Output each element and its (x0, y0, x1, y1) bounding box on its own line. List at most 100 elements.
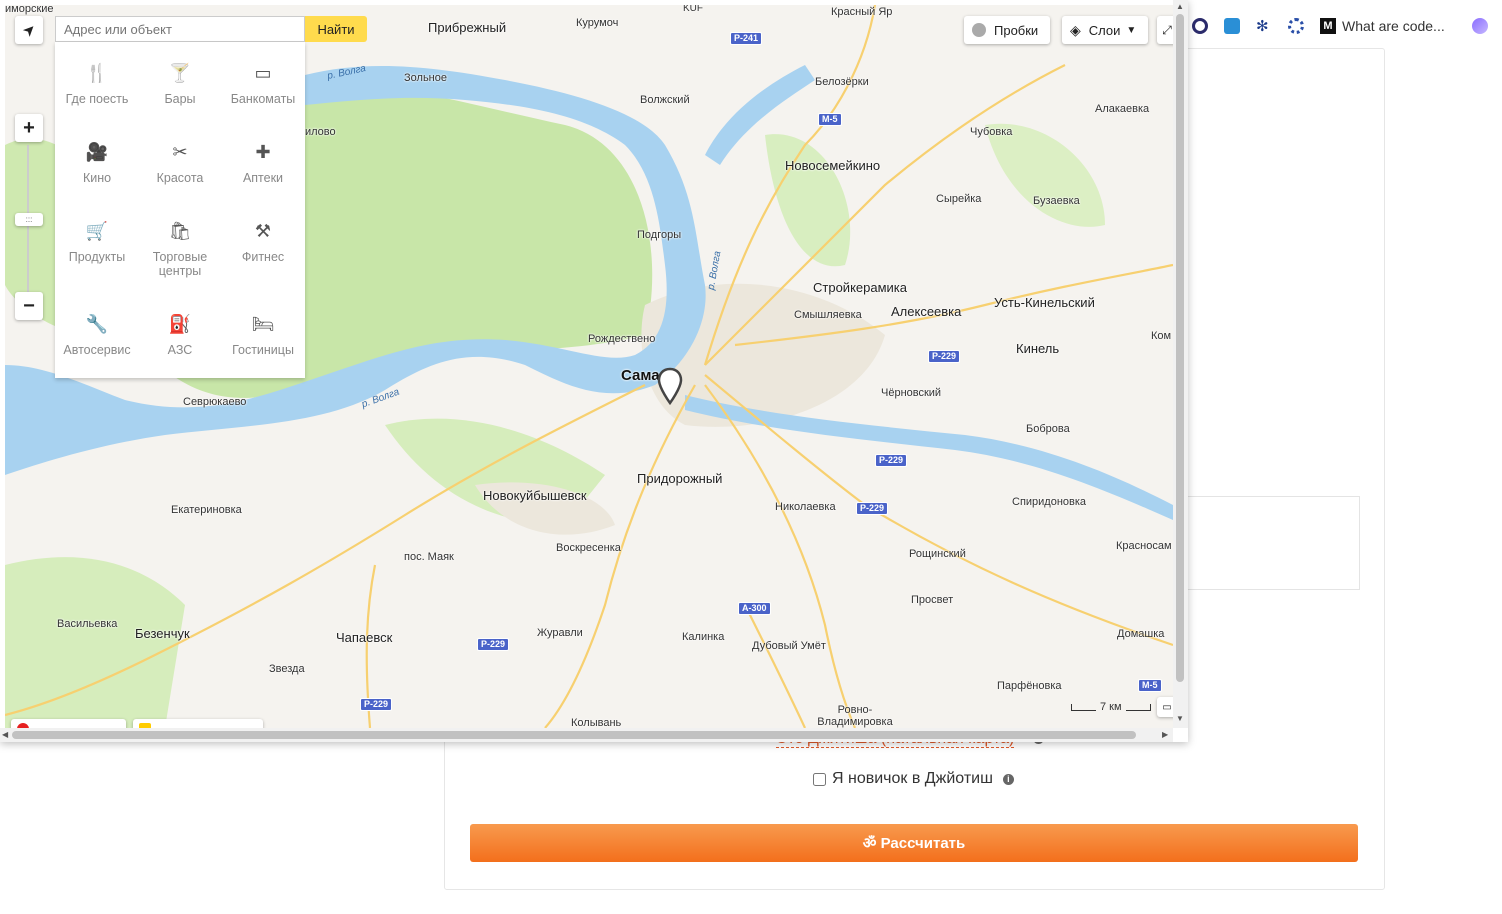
category-cinema[interactable]: 🎥 Кино (55, 141, 139, 185)
place-label: Колывань (571, 717, 622, 728)
place-label: иморские (5, 5, 54, 15)
bookmark-purple-icon[interactable] (1472, 16, 1488, 36)
category-malls[interactable]: 🛍 Торговые центры (138, 220, 222, 278)
place-label: Красносам (1116, 540, 1172, 552)
ruler-button[interactable]: ▭ (1157, 697, 1173, 717)
category-food[interactable]: 🍴 Где поесть (55, 62, 139, 106)
category-car-service[interactable]: 🔧 Автосервис (55, 313, 139, 357)
category-gas-station[interactable]: ⛽ АЗС (138, 313, 222, 357)
place-label: Спиридоновка (1012, 496, 1087, 508)
place-label: Калинка (682, 631, 725, 643)
bookmarks-bar: ✻ M What are code... (1188, 0, 1502, 52)
road-shield: M-5 (1138, 679, 1162, 692)
category-groceries[interactable]: 🛒 Продукты (55, 220, 139, 264)
traffic-light-icon (972, 23, 986, 37)
fullscreen-button[interactable]: ⤢ (1157, 16, 1173, 44)
bookmark-label: What are code... (1342, 18, 1445, 34)
bookmark-medium[interactable]: M What are code... (1320, 16, 1445, 36)
place-label: Алексеевка (891, 304, 962, 319)
category-bars[interactable]: 🍸 Бары (138, 62, 222, 106)
place-label: Зольное (404, 72, 447, 84)
bookmark-figure-icon[interactable]: ✻ (1256, 16, 1269, 36)
novice-checkbox[interactable] (813, 772, 826, 786)
place-label: Парфёновка (997, 680, 1062, 692)
place-label: Васильевка (57, 618, 118, 630)
vertical-scrollbar[interactable]: ▲ ▼ (1173, 0, 1188, 728)
road-shield: P-229 (856, 502, 889, 515)
find-button[interactable]: Найти (305, 16, 367, 42)
place-label: Придорожный (637, 471, 723, 486)
place-label: илово (305, 126, 336, 138)
place-label: Кинель (1016, 341, 1060, 356)
novice-label: Я новичок в Джйотиш (832, 770, 993, 787)
info-icon[interactable]: i (1002, 773, 1014, 785)
bottom-chip[interactable] (11, 719, 126, 728)
zoom-out-button[interactable]: − (15, 292, 43, 320)
shopping-bag-icon: 🛍 (168, 221, 192, 241)
zoom-in-button[interactable]: + (15, 114, 43, 142)
film-camera-icon: 🎥 (85, 142, 109, 162)
place-label: Севрюкаево (183, 396, 247, 408)
bottom-chip[interactable] (133, 719, 263, 728)
category-beauty[interactable]: ✂ Красота (138, 141, 222, 185)
place-label: Сама (621, 367, 660, 384)
scroll-up-arrow-icon[interactable]: ▲ (1176, 2, 1184, 11)
place-label: Красный Яр (831, 6, 893, 18)
layers-button[interactable]: ◈ Слои ▼ (1062, 16, 1148, 44)
map-canvas[interactable]: р. Волга р. Волга р. Волга иморские Приб… (5, 5, 1173, 728)
place-label: Сырейка (936, 193, 982, 205)
place-label: Курумоч (576, 17, 619, 29)
place-label: Екатериновка (171, 504, 242, 516)
navigation-arrow-icon: ➤ (18, 19, 40, 41)
category-fitness[interactable]: ⚒ Фитнес (221, 220, 305, 264)
bookmark-ring-icon[interactable] (1288, 16, 1304, 36)
place-label: Боброва (1026, 423, 1070, 435)
category-pharmacy[interactable]: ✚ Аптеки (221, 141, 305, 185)
bookmark-bird-icon[interactable] (1224, 16, 1240, 36)
place-label: пос. Маяк (404, 551, 454, 563)
place-label: Прибрежный (428, 20, 507, 35)
fork-knife-icon: 🍴 (85, 63, 109, 83)
expand-icon: ⤢ (1162, 22, 1172, 37)
place-label: Рощинский (909, 548, 966, 560)
category-atm[interactable]: ▭ Банкоматы (221, 62, 305, 106)
bookmark-circle-icon[interactable] (1192, 16, 1208, 36)
place-label: Воскресенка (556, 542, 621, 554)
horizontal-scrollbar[interactable]: ◀ ▶ (0, 728, 1173, 742)
scroll-down-arrow-icon[interactable]: ▼ (1176, 714, 1184, 723)
road-shield: A-300 (738, 602, 771, 615)
fuel-pump-icon: ⛽ (168, 314, 192, 334)
zoom-slider-handle[interactable]: ::: (15, 213, 43, 226)
pharmacy-cross-icon: ✚ (255, 142, 271, 162)
wrench-icon: 🔧 (85, 314, 109, 334)
place-label: Чапаевск (336, 630, 393, 645)
scissors-icon: ✂ (172, 142, 188, 162)
place-label: Алакаевка (1095, 103, 1150, 115)
road-shield: P-229 (477, 638, 510, 651)
horizontal-scroll-thumb[interactable] (12, 731, 1136, 739)
road-shield: P-241 (730, 32, 763, 45)
place-label: Подгоры (637, 229, 682, 241)
location-pin-icon[interactable] (657, 367, 683, 405)
scroll-right-arrow-icon[interactable]: ▶ (1162, 730, 1168, 739)
novice-option[interactable]: Я новичок в Джйотиш i (813, 770, 1014, 788)
geolocation-button[interactable]: ➤ (15, 16, 43, 44)
place-label: Безенчук (135, 626, 190, 641)
category-hotels[interactable]: 🛏 Гостиницы (221, 313, 305, 357)
bed-icon: 🛏 (251, 314, 275, 334)
inner-section-card (1160, 496, 1360, 590)
place-label: Новосемейкино (785, 158, 881, 173)
place-label: Усть-Кинельский (994, 295, 1095, 310)
calculate-button[interactable]: ॐ Рассчитать (470, 824, 1358, 862)
traffic-button[interactable]: Пробки (964, 16, 1050, 44)
vertical-scroll-thumb[interactable] (1176, 14, 1184, 682)
scroll-left-arrow-icon[interactable]: ◀ (2, 730, 8, 739)
road-shield: M-5 (818, 113, 842, 126)
place-label: Звезда (269, 663, 305, 675)
ruler-icon: ▭ (1162, 701, 1172, 713)
place-label: Стройкерамика (813, 280, 907, 295)
map-search-input[interactable] (55, 16, 305, 42)
medium-icon: M (1320, 18, 1336, 34)
place-label: Бузаевка (1033, 195, 1080, 207)
place-label: Чубовка (970, 126, 1013, 138)
